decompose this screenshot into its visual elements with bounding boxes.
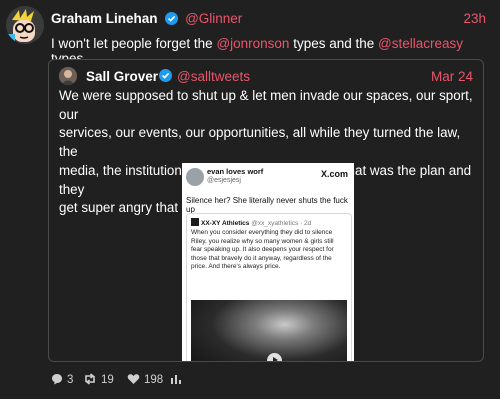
embed-quoted-name: XX-XY Athletics	[201, 220, 250, 227]
post-text-part: I won't let people forget the	[51, 36, 217, 51]
quoted-author-avatar[interactable]	[59, 67, 77, 85]
repost-button[interactable]: 19	[83, 373, 114, 386]
post-header: Graham Linehan @Glinner 23h	[51, 11, 486, 29]
embed-brand: X.com	[320, 169, 348, 179]
stats-icon	[171, 375, 181, 384]
embed-quoted-line: fear speaking up. It also deepens your r…	[191, 246, 334, 254]
repost-count: 19	[101, 374, 114, 386]
repost-icon	[85, 373, 95, 385]
reply-icon	[52, 374, 62, 385]
author-avatar[interactable]	[6, 6, 44, 44]
like-count: 198	[144, 374, 164, 386]
embed-quoted-line: When you consider everything they did to…	[191, 229, 333, 236]
embed-quoted-header: XX-XY Athletics @xx_xyathletics · 2d	[191, 218, 311, 227]
quoted-author-handle[interactable]: @salltweets	[177, 69, 250, 84]
quoted-post-timestamp[interactable]: Mar 24	[431, 69, 473, 84]
like-icon	[127, 374, 140, 384]
like-button[interactable]: 198	[127, 373, 163, 386]
reply-count: 3	[67, 374, 74, 386]
embed-quoted-line: price. And there's always price.	[191, 263, 281, 271]
post-timestamp[interactable]: 23h	[463, 11, 486, 26]
quoted-text-line: services, our events, our opportunities,…	[59, 125, 461, 160]
post-text-part: types and the	[289, 36, 378, 51]
athletics-logo-icon	[191, 218, 199, 226]
embed-quoted-handle: @xx_xyathletics · 2d	[251, 220, 312, 227]
cartoon-avatar-icon	[6, 6, 44, 44]
quoted-author-name[interactable]: Sall Grover	[86, 69, 158, 84]
verified-badge-icon	[165, 12, 179, 25]
stats-button[interactable]	[171, 373, 185, 385]
post-card[interactable]: Graham Linehan @Glinner 23h I won't let …	[0, 0, 500, 399]
embedded-screenshot[interactable]: evan loves worf @esjesjesj X.com Silence…	[182, 163, 354, 361]
embed-author-handle: @esjesjesj	[207, 177, 241, 184]
embed-quoted-line: those that bravely do it anyway, regardl…	[191, 254, 332, 262]
author-handle[interactable]: @Glinner	[185, 11, 242, 26]
play-icon[interactable]	[267, 353, 282, 361]
author-name[interactable]: Graham Linehan	[51, 11, 158, 26]
mention-link[interactable]: @stellacreasy	[378, 36, 463, 51]
embed-quoted-line: Riley, you realize why so many women & g…	[191, 237, 334, 245]
reply-button[interactable]: 3	[51, 373, 73, 386]
embed-quoted-text: When you consider everything they did to…	[191, 229, 345, 272]
mention-link[interactable]: @jonronson	[216, 36, 289, 51]
embed-text: Silence her? She literally never shuts t…	[186, 196, 348, 214]
person-avatar-icon	[59, 67, 77, 85]
embed-avatar	[186, 168, 204, 186]
quoted-text-line: We were supposed to shut up & let men in…	[59, 88, 473, 122]
embed-video-thumbnail[interactable]	[191, 300, 347, 361]
verified-badge-icon	[159, 69, 172, 82]
quoted-post[interactable]: Sall Grover @salltweets Mar 24 We were s…	[48, 59, 484, 362]
quoted-post-header: Sall Grover @salltweets Mar 24	[59, 67, 473, 87]
embed-quoted-post: XX-XY Athletics @xx_xyathletics · 2d Whe…	[186, 213, 352, 361]
embed-author-name: evan loves worf	[207, 167, 264, 176]
